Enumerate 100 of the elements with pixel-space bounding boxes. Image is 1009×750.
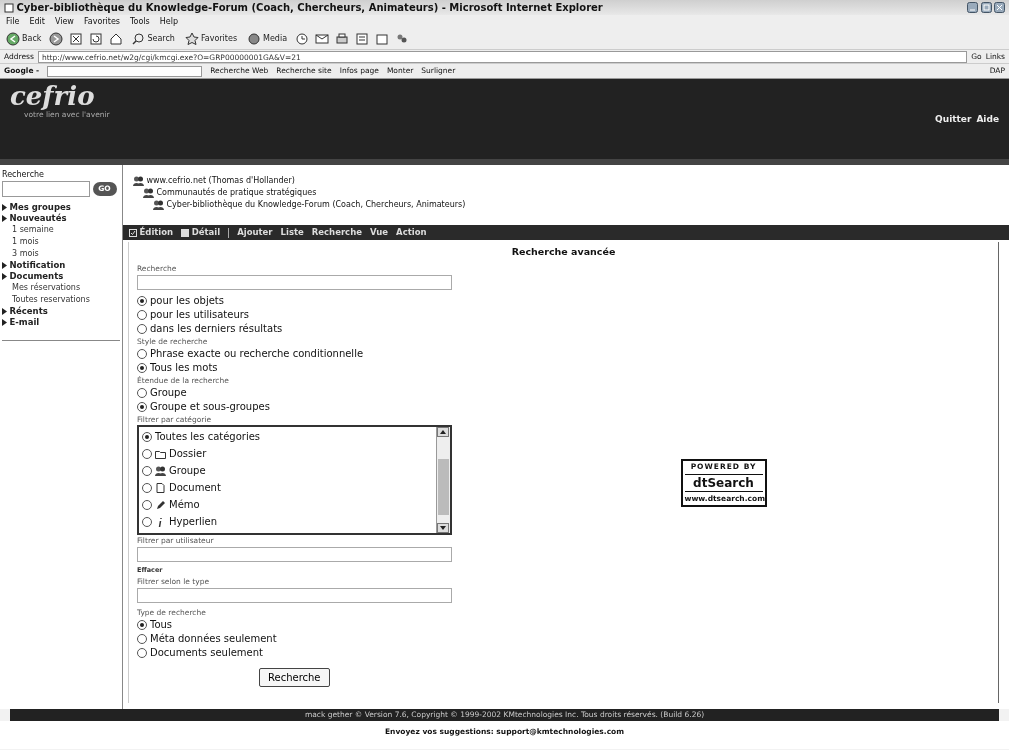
people-icon (155, 465, 166, 476)
google-search-field[interactable] (47, 65, 203, 77)
radio-label: dans les derniers résultats (150, 322, 283, 337)
action-menu-item[interactable]: Détail (181, 226, 221, 239)
sidebar-subitem[interactable]: 3 mois (2, 248, 120, 260)
sidebar-item[interactable]: E-mail (2, 317, 120, 328)
radio-label: Phrase exacte ou recherche conditionnelle (150, 347, 364, 362)
radio-label: Tous (150, 618, 173, 632)
radio-button[interactable] (137, 349, 147, 360)
submit-button[interactable]: Recherche (259, 668, 330, 687)
text-field[interactable] (137, 275, 452, 291)
radio-button[interactable] (137, 324, 147, 335)
mail-icon[interactable] (315, 31, 330, 46)
sidebar-item[interactable]: Documents (2, 271, 120, 282)
window-title: Cyber-bibliothèque du Knowledge-Forum (Coach, Chercheurs, Animateurs) - Microsoft Internet Explorer (16, 1, 603, 15)
action-menu-item[interactable]: Recherche (311, 226, 362, 239)
list-item-label: Hyperlien (169, 515, 218, 530)
sidebar-subitem[interactable]: Mes réservations (2, 282, 120, 294)
logo-wordmark: dtSearch (684, 474, 763, 493)
scroll-up-icon (437, 427, 449, 438)
radio-label: Documents seulement (150, 646, 263, 660)
people-icon (153, 200, 164, 210)
square-icon (181, 228, 190, 237)
radio-button[interactable] (142, 499, 152, 510)
breadcrumb-link[interactable]: www.cefrio.net (Thomas d'Hollander) (146, 175, 295, 187)
radio-button[interactable] (142, 465, 152, 476)
toolbar-button[interactable]: Media (245, 30, 290, 47)
action-menu-item[interactable]: Vue (370, 226, 389, 239)
minimize-icon (967, 2, 978, 13)
sidebar-item[interactable]: Notification (2, 260, 120, 271)
header-link[interactable]: Quitter (935, 113, 972, 159)
radio-label: pour les objets (150, 294, 224, 309)
header-link[interactable]: Aide (976, 113, 999, 159)
sidebar-item[interactable]: Récents (2, 306, 120, 317)
people-icon (143, 188, 154, 198)
menu-item[interactable]: Tools (130, 15, 150, 28)
menu-item[interactable]: View (54, 15, 74, 28)
radio-button[interactable] (137, 310, 147, 321)
toolbar-button[interactable]: Back (4, 30, 44, 47)
close-icon (994, 2, 1005, 13)
action-menu-item[interactable]: Liste (280, 226, 304, 239)
sidebar-item[interactable]: Nouveautés (2, 213, 120, 224)
action-menu-item[interactable]: Édition (129, 226, 174, 239)
stop-icon[interactable] (69, 31, 84, 46)
page-heading: Recherche avancée (510, 245, 617, 259)
radio-label: Méta données seulement (150, 632, 277, 646)
action-menu-item[interactable]: Action (396, 226, 427, 239)
radio-button[interactable] (137, 296, 147, 307)
people-icon (133, 176, 144, 186)
breadcrumb-link[interactable]: Communautés de pratique stratégiques (156, 187, 317, 199)
radio-label: Groupe (150, 386, 187, 401)
sidebar-subitem[interactable]: 1 semaine (2, 224, 120, 236)
text-field[interactable] (137, 588, 452, 603)
list-item-label: Mémo (169, 498, 200, 513)
pencil-icon (155, 499, 166, 510)
menu-item[interactable]: Edit (29, 15, 45, 28)
menu-item[interactable]: File (6, 15, 20, 28)
folder-icon (155, 448, 166, 459)
search-field[interactable] (2, 181, 90, 197)
page-icon (4, 2, 14, 13)
radio-button[interactable] (137, 648, 147, 658)
action-menu-item[interactable]: Ajouter (237, 226, 273, 239)
maximize-icon (980, 2, 992, 13)
category-list[interactable]: Toutes les catégories Dossier Groupe Document Mémo Hyperlien (137, 425, 452, 536)
refresh-icon[interactable] (89, 31, 104, 46)
sidebar-item[interactable]: Mes groupes (2, 202, 120, 213)
document-icon[interactable] (355, 31, 370, 46)
search-label: Recherche (2, 169, 45, 181)
list-item-label: Dossier (169, 447, 207, 462)
radio-label: pour les utilisateurs (150, 308, 250, 323)
printer-icon[interactable] (335, 31, 350, 46)
radio-button[interactable] (142, 448, 152, 459)
checkbox-icon (129, 228, 137, 237)
list-item-label: Groupe (169, 464, 206, 479)
radio-button[interactable] (142, 516, 152, 527)
menu-item[interactable]: Help (159, 15, 178, 28)
toolbar-button[interactable]: Favorites (182, 30, 240, 47)
radio-label: Groupe et sous-groupes (150, 400, 270, 415)
radio-button[interactable] (137, 634, 147, 644)
scroll-down-icon (437, 523, 449, 534)
menu-item[interactable]: Favorites (83, 15, 120, 28)
list-item-label: Toutes les catégories (155, 430, 261, 445)
radio-button[interactable] (137, 363, 147, 374)
document-icon (155, 482, 166, 493)
radio-button[interactable] (137, 388, 147, 399)
radio-button[interactable] (142, 431, 152, 442)
star-icon (184, 31, 199, 46)
scrollbar[interactable] (436, 427, 450, 534)
sidebar-subitem[interactable]: Toutes reservations (2, 294, 120, 306)
list-item-label: Document (169, 481, 221, 496)
radio-button[interactable] (142, 482, 152, 493)
text-field[interactable] (137, 547, 452, 563)
radio-button[interactable] (137, 620, 147, 630)
home-icon[interactable] (109, 31, 124, 46)
radio-button[interactable] (137, 402, 147, 413)
toolbar-button[interactable]: Search (129, 30, 177, 47)
breadcrumb-link[interactable]: Cyber-bibliothèque du Knowledge-Forum (Coach, Chercheurs, Animateurs) (166, 199, 466, 211)
clock-icon[interactable] (295, 31, 310, 46)
sidebar-subitem[interactable]: 1 mois (2, 236, 120, 248)
page-icon[interactable] (375, 31, 390, 46)
